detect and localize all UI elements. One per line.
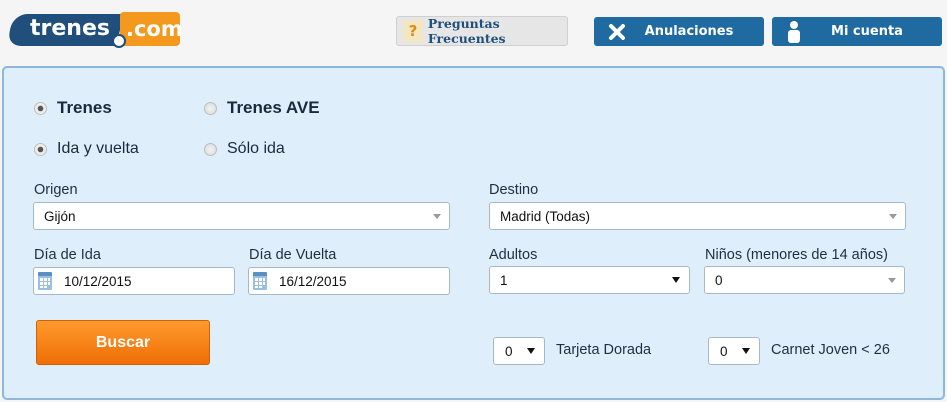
adults-label: Adultos xyxy=(489,247,538,263)
golden-card-label: Tarjeta Dorada xyxy=(556,342,652,358)
search-button[interactable]: Buscar xyxy=(36,320,210,365)
my-account-button[interactable]: Mi cuenta xyxy=(772,17,942,46)
calendar-icon[interactable] xyxy=(253,272,267,290)
logo-dot xyxy=(112,34,126,48)
youth-card-label: Carnet Joven < 26 xyxy=(771,342,890,358)
depart-date-input[interactable]: 10/12/2015 xyxy=(33,267,235,295)
logo[interactable]: trenes .com xyxy=(6,12,183,48)
depart-date-value: 10/12/2015 xyxy=(64,273,132,289)
faq-label: Preguntas Frecuentes xyxy=(427,16,506,46)
cancellations-button[interactable]: Anulaciones xyxy=(594,17,764,46)
golden-card-select[interactable]: 0 xyxy=(493,337,545,365)
destination-value: Madrid (Todas) xyxy=(500,208,591,224)
logo-suffix: .com xyxy=(126,17,183,41)
depart-date-label: Día de Ida xyxy=(34,247,101,263)
radio-trenes-ave[interactable] xyxy=(204,102,217,115)
radio-one-way-label: Sólo ida xyxy=(227,140,285,157)
children-value: 0 xyxy=(715,272,723,288)
chevron-down-icon xyxy=(889,214,897,219)
youth-card-value: 0 xyxy=(720,343,728,359)
chevron-down-icon xyxy=(527,348,535,354)
calendar-icon[interactable] xyxy=(38,272,52,290)
adults-select[interactable]: 1 xyxy=(489,266,690,294)
children-select[interactable]: 0 xyxy=(704,266,905,294)
radio-trenes-ave-label: Trenes AVE xyxy=(227,98,320,117)
radio-one-way[interactable] xyxy=(204,143,217,156)
chevron-down-icon xyxy=(742,348,750,354)
destination-label: Destino xyxy=(489,182,539,198)
radio-trenes-label: Trenes xyxy=(57,98,112,117)
my-account-label: Mi cuenta xyxy=(831,24,903,39)
destination-select[interactable]: Madrid (Todas) xyxy=(489,202,906,230)
adults-value: 1 xyxy=(500,272,508,288)
cancellations-label: Anulaciones xyxy=(644,24,734,39)
children-label: Niños (menores de 14 años) xyxy=(705,247,888,263)
logo-text: trenes xyxy=(30,16,110,41)
faq-button[interactable]: ? Preguntas Frecuentes xyxy=(396,16,568,46)
radio-round-trip[interactable] xyxy=(34,143,47,156)
radio-round-trip-label: Ida y vuelta xyxy=(57,140,139,157)
return-date-input[interactable]: 16/12/2015 xyxy=(248,267,450,295)
chevron-down-icon xyxy=(672,277,680,283)
golden-card-value: 0 xyxy=(505,343,513,359)
question-icon: ? xyxy=(403,20,423,42)
origin-select[interactable]: Gijón xyxy=(33,202,450,230)
chevron-down-icon xyxy=(433,214,441,219)
origin-label: Origen xyxy=(34,182,78,198)
return-date-value: 16/12/2015 xyxy=(279,273,347,289)
origin-value: Gijón xyxy=(44,208,76,224)
chevron-down-icon xyxy=(888,278,896,283)
radio-trenes[interactable] xyxy=(34,102,47,115)
youth-card-select[interactable]: 0 xyxy=(708,337,760,365)
return-date-label: Día de Vuelta xyxy=(249,247,337,263)
